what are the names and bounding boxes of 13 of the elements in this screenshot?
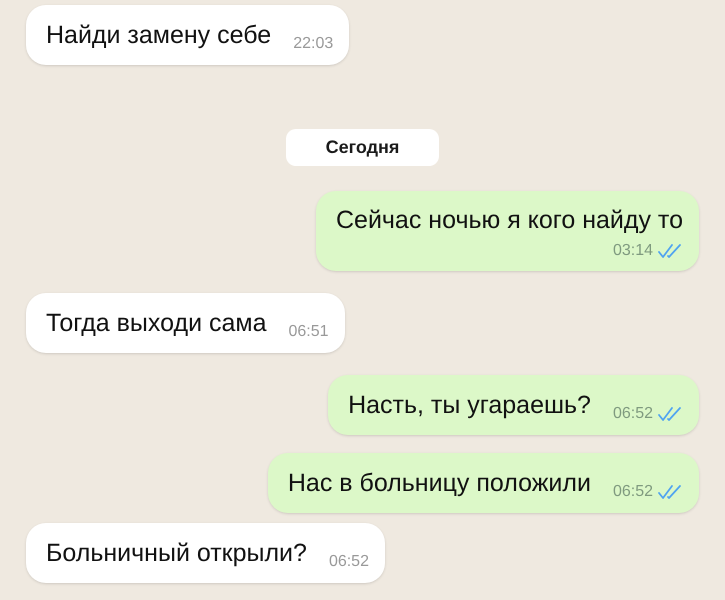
message-time: 06:52 xyxy=(328,552,369,572)
message-time: 22:03 xyxy=(293,34,334,54)
message-text: Нас в больницу положили xyxy=(288,468,591,499)
message-text: Тогда выходи сама xyxy=(46,308,266,339)
message-text: Насть, ты угараешь? xyxy=(348,390,591,421)
date-chip: Сегодня xyxy=(286,129,440,166)
message-time: 06:51 xyxy=(288,322,329,342)
message-text: Больничный открыли? xyxy=(46,538,307,569)
message-time: 03:14 xyxy=(612,241,653,261)
message-text: Найди замену себе xyxy=(46,20,272,51)
message-time: 06:52 xyxy=(612,482,653,502)
message-time: 06:52 xyxy=(612,404,653,424)
message-text: Сейчас ночью я кого найду то xyxy=(336,205,683,236)
